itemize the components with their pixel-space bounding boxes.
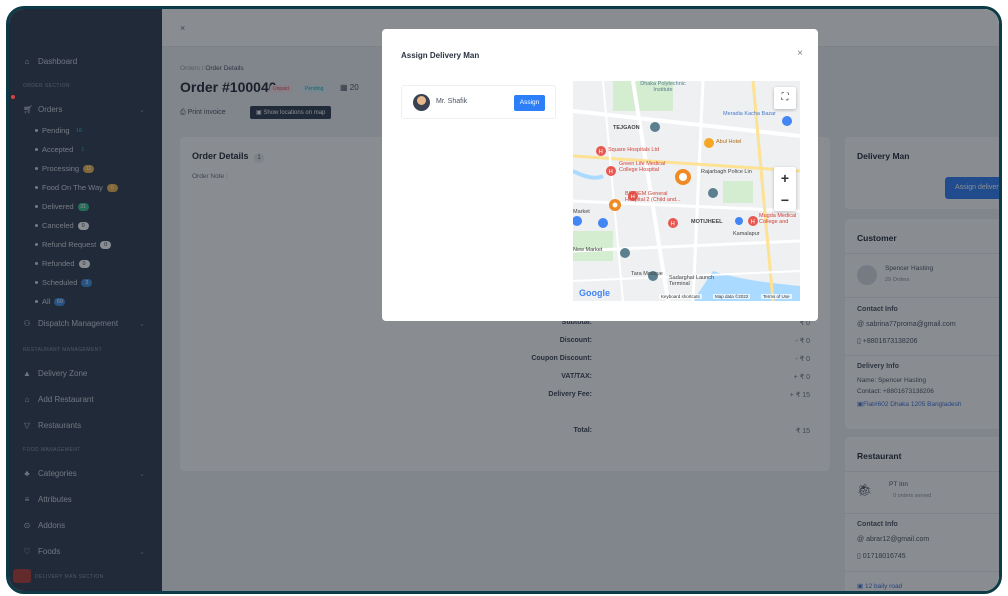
close-icon[interactable]: × xyxy=(797,48,803,59)
map-pin-hospital: H xyxy=(606,166,616,176)
assign-delivery-man-modal: Assign Delivery Man × Mr. Shafik Assign xyxy=(382,29,818,321)
map-label: Abul Hotel xyxy=(716,139,742,145)
map-park xyxy=(573,231,613,261)
zoom-control: + − xyxy=(774,167,796,211)
svg-text:H: H xyxy=(671,222,675,228)
map-label: Square Hospitals Ltd xyxy=(608,147,660,153)
map-pin-hospital: H xyxy=(596,146,606,156)
deliveryman-name: Mr. Shafik xyxy=(436,98,468,105)
zoom-in-button[interactable]: + xyxy=(774,167,796,189)
map-pin-place xyxy=(782,116,792,126)
map-label: Rajarbagh Police Lin xyxy=(701,169,752,175)
zoom-out-button[interactable]: − xyxy=(774,189,796,211)
indicator-dot xyxy=(11,95,15,99)
map-label: New Market xyxy=(573,247,603,253)
modal-title: Assign Delivery Man xyxy=(401,51,480,60)
map-pin-place xyxy=(573,216,582,226)
map-label: Kamalapur xyxy=(733,231,760,237)
map-pin-place xyxy=(598,218,608,228)
map-label: Meradia Kacha Bazar xyxy=(723,111,776,117)
map-pin-hospital: H xyxy=(668,218,678,228)
keyboard-shortcuts-link[interactable]: Keyboard shortcuts xyxy=(659,294,702,299)
map-pin-hospital: H xyxy=(748,216,758,226)
svg-text:H: H xyxy=(751,220,755,226)
map[interactable]: H H H H H Dhaka Polytechnic Institute TE… xyxy=(573,81,800,301)
map-label: Green Life Medical College Hospital xyxy=(619,161,666,173)
map-label: Sadarghat Launch Terminal xyxy=(669,275,714,287)
map-canal xyxy=(573,169,604,180)
map-pin-place xyxy=(620,248,630,258)
fullscreen-button[interactable]: ⛶ xyxy=(774,87,796,109)
assign-button[interactable]: Assign xyxy=(514,95,545,111)
map-label: MOTIJHEEL xyxy=(691,219,723,225)
app-window: ⌂ Dashboard ORDER SECTION 🛒︎ Orders ⌄ Pe… xyxy=(6,6,1002,594)
map-park xyxy=(723,181,753,203)
avatar xyxy=(413,94,430,111)
google-logo: Google xyxy=(579,288,610,298)
map-label: TEJGAON xyxy=(613,125,640,131)
map-data-attribution: Map data ©2022 xyxy=(713,294,751,299)
map-pin-place xyxy=(650,122,660,132)
terms-link[interactable]: Terms of Use xyxy=(761,294,792,299)
map-pin-place xyxy=(735,217,743,225)
deliveryman-list-item: Mr. Shafik Assign xyxy=(401,85,556,119)
map-label: Market xyxy=(573,209,590,215)
map-pin-customer xyxy=(609,199,621,211)
map-label: Mugda Medical College and xyxy=(759,213,797,225)
svg-text:H: H xyxy=(599,150,603,156)
map-label: Dhaka Polytechnic Institute xyxy=(640,81,686,93)
map-label: Tara Mosque xyxy=(631,271,663,277)
map-pin-place xyxy=(704,138,714,148)
map-road xyxy=(691,81,705,301)
map-pin-place xyxy=(708,188,718,198)
svg-text:H: H xyxy=(609,170,613,176)
map-label: BIRDEM General Hospital 2 (Child and... xyxy=(625,191,681,203)
